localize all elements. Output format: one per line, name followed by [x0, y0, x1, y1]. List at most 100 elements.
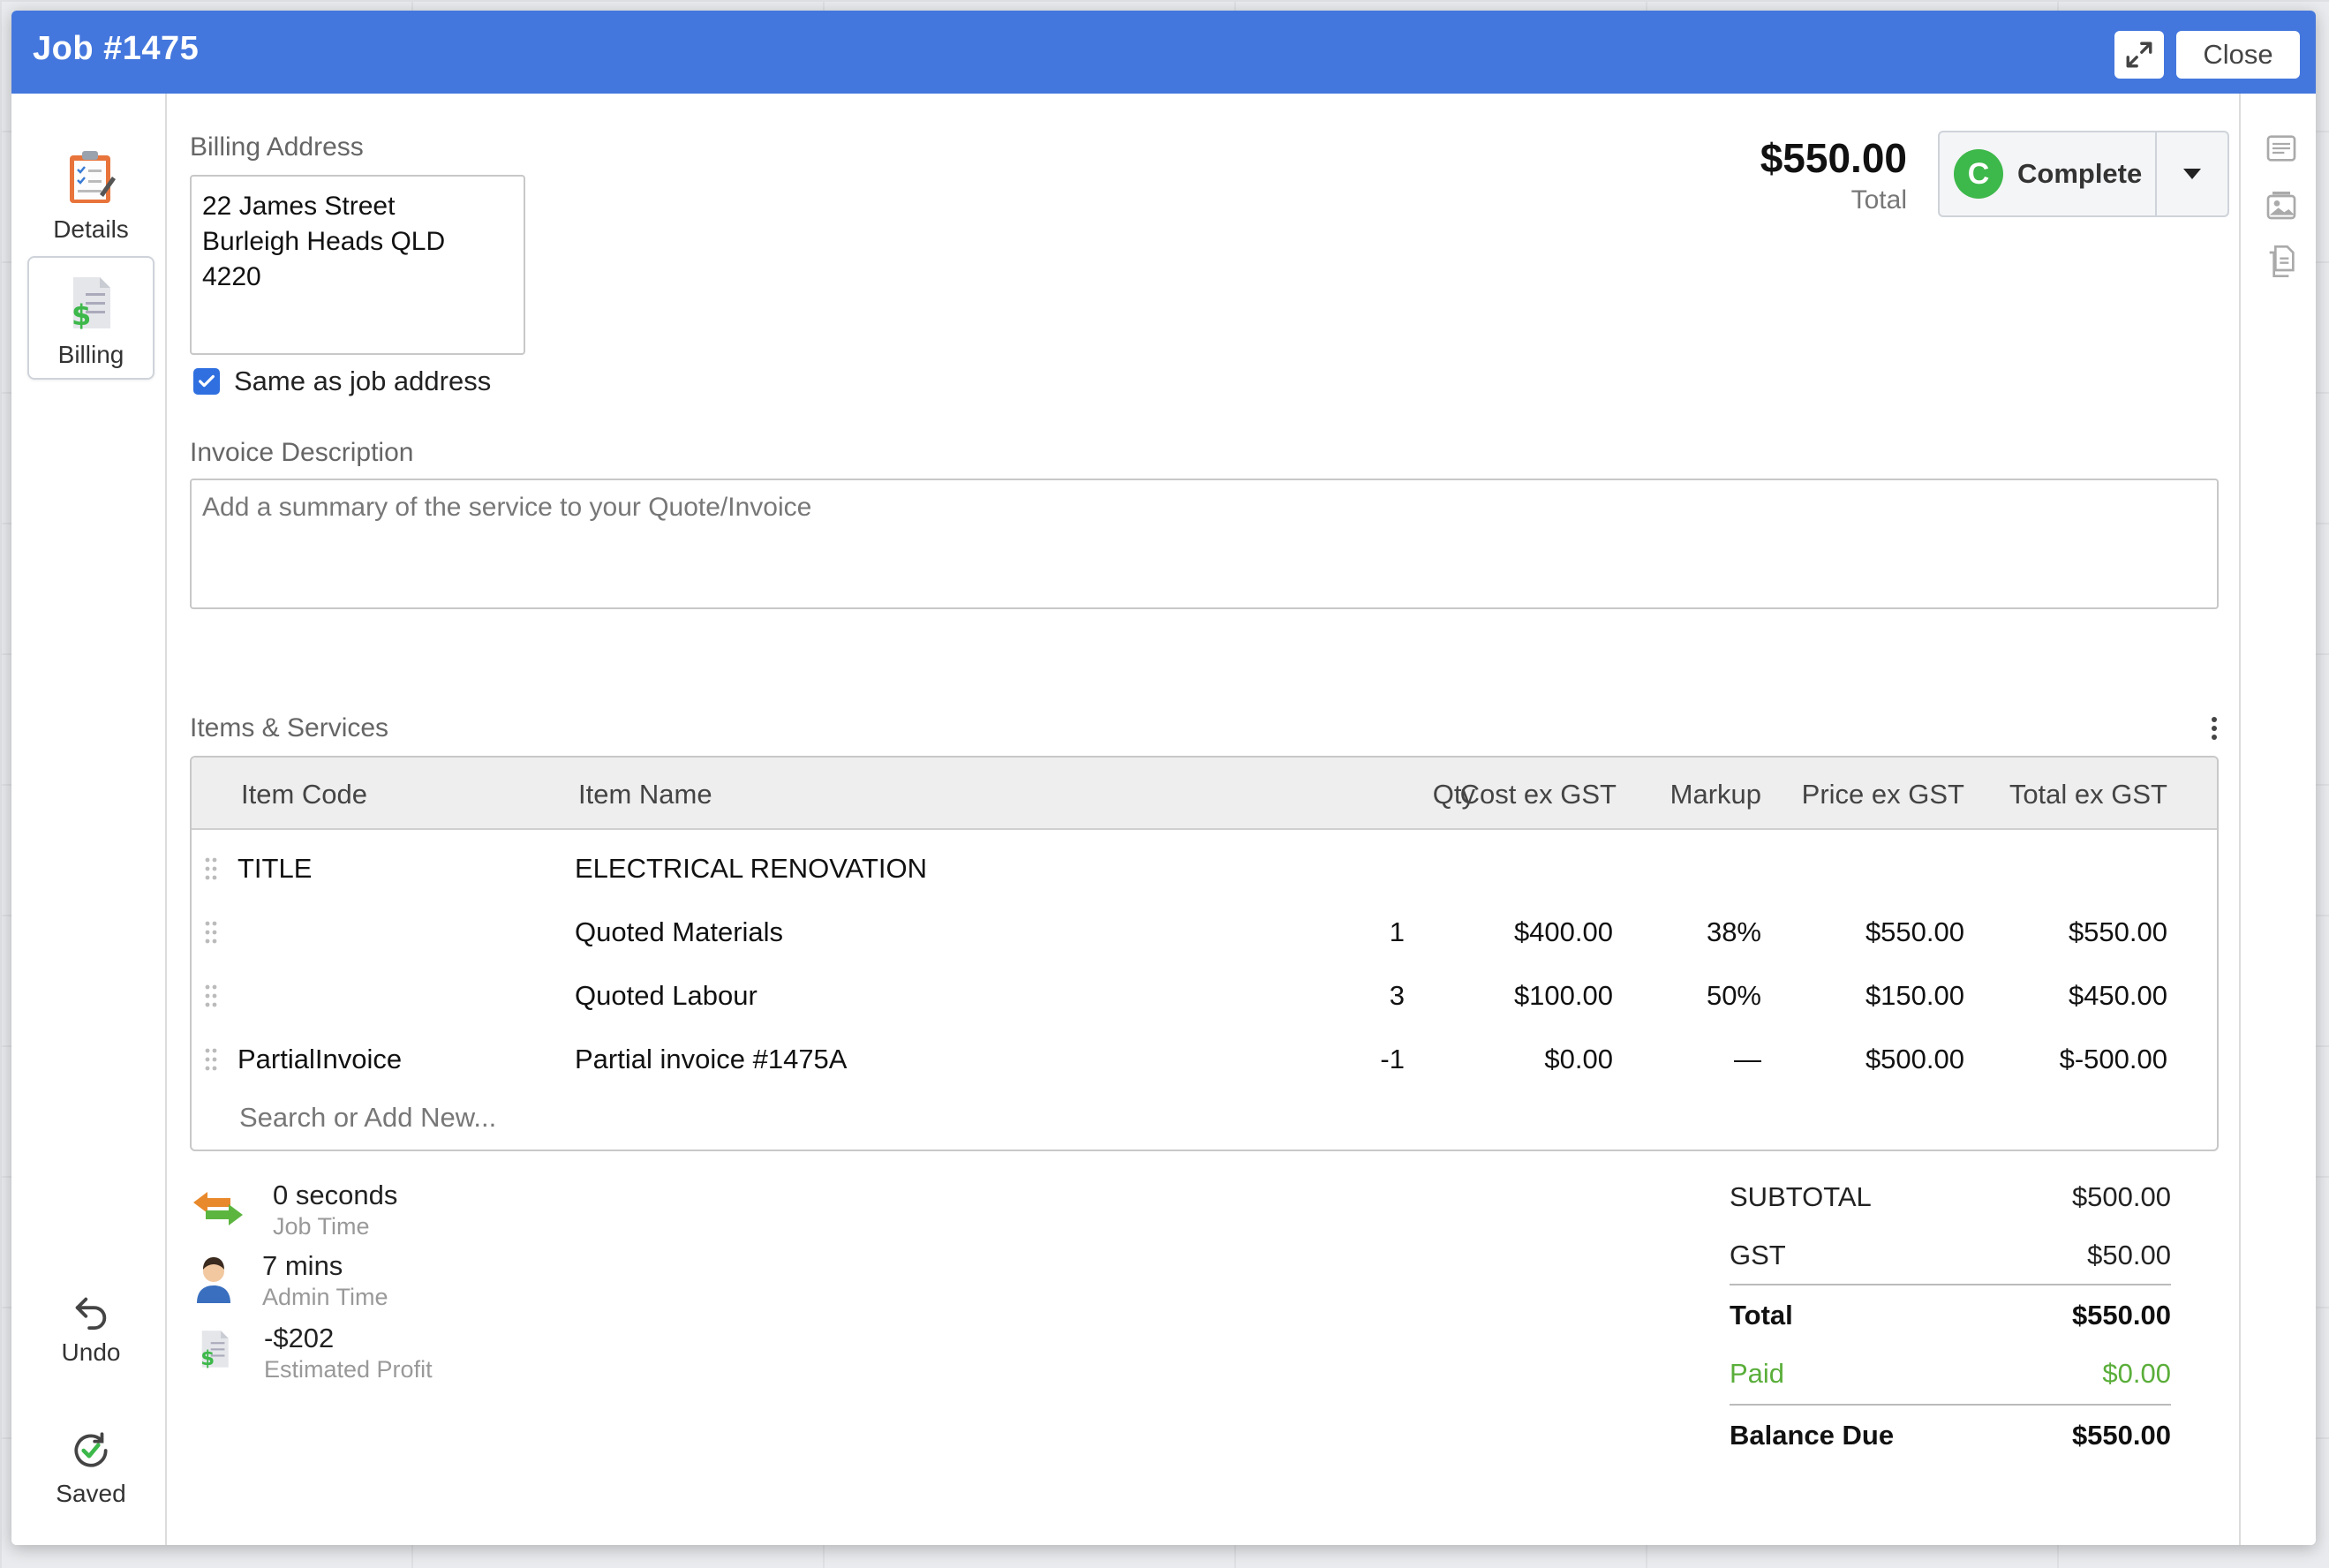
status-label: Complete — [2017, 158, 2143, 189]
status-caret-button[interactable] — [2157, 168, 2227, 180]
items-table: Item Code Item Name Qty Cost ex GST Mark… — [190, 756, 2219, 1151]
cell-cost: $100.00 — [1513, 980, 1613, 1011]
job-total: $550.00 Total — [1760, 134, 1907, 215]
invoice-dollar-icon: $ — [72, 277, 110, 332]
close-button[interactable]: Close — [2176, 31, 2300, 79]
transfer-arrows-icon — [193, 1192, 243, 1225]
table-row[interactable]: Quoted Labour 3 $100.00 50% $150.00 $450.00 — [192, 964, 2217, 1028]
drag-handle-icon[interactable] — [204, 984, 218, 1008]
status-badge: C — [1954, 149, 2003, 199]
undo-button[interactable]: Undo — [27, 1291, 155, 1367]
gst-row: GST $50.00 — [1730, 1231, 2171, 1280]
notes-icon[interactable] — [2264, 131, 2299, 166]
gst-label: GST — [1730, 1240, 1786, 1270]
cell-cost: $0.00 — [1544, 1044, 1613, 1074]
more-options-icon[interactable] — [2210, 715, 2219, 742]
cell-item-code: PartialInvoice — [237, 1044, 403, 1074]
undo-icon — [75, 1297, 107, 1331]
cell-qty: 3 — [1389, 980, 1405, 1011]
cell-price: $500.00 — [1865, 1044, 1964, 1074]
cell-qty: 1 — [1389, 916, 1405, 947]
items-table-header: Item Code Item Name Qty Cost ex GST Mark… — [192, 758, 2217, 830]
cell-markup: — — [1734, 1044, 1761, 1074]
paid-row: Paid $0.00 — [1730, 1349, 2171, 1398]
documents-icon[interactable] — [2264, 244, 2299, 279]
gst-value: $50.00 — [2087, 1240, 2171, 1270]
cell-price: $150.00 — [1865, 980, 1964, 1011]
checkmark-icon — [199, 374, 215, 388]
expand-button[interactable] — [2114, 31, 2164, 79]
drag-handle-icon[interactable] — [204, 856, 218, 881]
status-button[interactable]: C Complete — [1940, 132, 2157, 215]
drag-handle-icon[interactable] — [204, 920, 218, 945]
col-item-code: Item Code — [241, 779, 368, 810]
cell-price: $550.00 — [1865, 916, 1964, 947]
total-value: $550.00 — [2071, 1300, 2171, 1331]
cell-markup: 38% — [1706, 916, 1761, 947]
sidebar-item-details[interactable]: Details — [27, 129, 155, 253]
subtotal-row: SUBTOTAL $500.00 — [1730, 1172, 2171, 1222]
drag-handle-icon[interactable] — [204, 1047, 218, 1072]
billing-panel: Billing Address 22 James Street Burleigh… — [167, 94, 2239, 1545]
col-cost: Cost ex GST — [1459, 779, 1617, 810]
sidebar-item-billing[interactable]: $ Billing — [27, 256, 155, 380]
status-dropdown[interactable]: C Complete — [1938, 131, 2229, 217]
saved-check-icon — [74, 1432, 108, 1467]
cell-total: $450.00 — [2068, 980, 2167, 1011]
left-sidebar: Details $ Billing Undo Saved — [11, 94, 167, 1545]
cell-qty: -1 — [1380, 1044, 1405, 1074]
total-row: Total $550.00 — [1730, 1291, 2171, 1340]
total-amount: $550.00 — [1760, 135, 1907, 181]
modal-title: Job #1475 — [33, 30, 200, 67]
balance-due-value: $550.00 — [2071, 1420, 2171, 1451]
billing-address-field[interactable]: 22 James Street Burleigh Heads QLD 4220 — [190, 175, 525, 355]
same-as-job-address[interactable]: Same as job address — [193, 366, 491, 397]
cell-item-name: Partial invoice #1475A — [575, 1044, 848, 1074]
search-add-item-input[interactable]: Search or Add New... — [239, 1102, 496, 1134]
photos-icon[interactable] — [2264, 187, 2299, 222]
same-as-job-checkbox[interactable] — [193, 368, 220, 395]
job-modal: Job #1475 Close Details $ Billing Undo S… — [11, 11, 2316, 1545]
expand-icon — [2126, 41, 2152, 68]
modal-header: Job #1475 Close — [11, 11, 2316, 94]
paid-value: $0.00 — [2102, 1358, 2171, 1389]
admin-time-caption: Admin Time — [262, 1284, 388, 1310]
cell-item-code: TITLE — [237, 853, 313, 884]
job-time-caption: Job Time — [273, 1213, 370, 1240]
table-row[interactable]: Quoted Materials 1 $400.00 38% $550.00 $550.0… — [192, 901, 2217, 964]
col-markup: Markup — [1669, 779, 1761, 810]
person-icon — [197, 1257, 230, 1303]
undo-label: Undo — [61, 1338, 121, 1366]
svg-text:$: $ — [200, 1347, 215, 1370]
items-services-label: Items & Services — [190, 713, 389, 743]
total-label: Total — [1730, 1300, 1793, 1331]
cell-item-name: Quoted Labour — [575, 980, 757, 1011]
caret-down-icon — [2183, 169, 2201, 179]
paid-label: Paid — [1730, 1358, 1785, 1389]
job-time-value: 0 seconds — [273, 1180, 398, 1210]
subtotal-value: $500.00 — [2071, 1181, 2171, 1212]
balance-due-label: Balance Due — [1730, 1420, 1895, 1451]
table-row[interactable]: TITLE ELECTRICAL RENOVATION — [192, 837, 2217, 901]
total-caption: Total — [1850, 185, 1907, 215]
sidebar-item-label: Details — [53, 215, 129, 243]
cell-item-name: Quoted Materials — [575, 916, 784, 947]
invoice-description-label: Invoice Description — [190, 438, 414, 467]
col-price: Price ex GST — [1801, 779, 1964, 810]
invoice-description-input[interactable]: Add a summary of the service to your Quo… — [190, 479, 2219, 609]
table-row[interactable]: PartialInvoice Partial invoice #1475A -1 $0… — [192, 1028, 2217, 1091]
saved-label: Saved — [56, 1480, 126, 1507]
subtotal-label: SUBTOTAL — [1730, 1181, 1872, 1212]
col-item-name: Item Name — [578, 779, 712, 810]
saved-indicator: Saved — [27, 1429, 155, 1508]
cell-total: $550.00 — [2068, 916, 2167, 947]
billing-address-label: Billing Address — [190, 132, 364, 162]
profit-caption: Estimated Profit — [264, 1356, 433, 1383]
cell-markup: 50% — [1706, 980, 1761, 1011]
summary-divider — [1730, 1404, 2171, 1406]
cell-cost: $400.00 — [1513, 916, 1613, 947]
cell-item-name: ELECTRICAL RENOVATION — [575, 853, 928, 884]
col-total: Total ex GST — [2009, 779, 2167, 810]
admin-time-value: 7 mins — [262, 1250, 343, 1281]
svg-text:$: $ — [72, 298, 91, 332]
